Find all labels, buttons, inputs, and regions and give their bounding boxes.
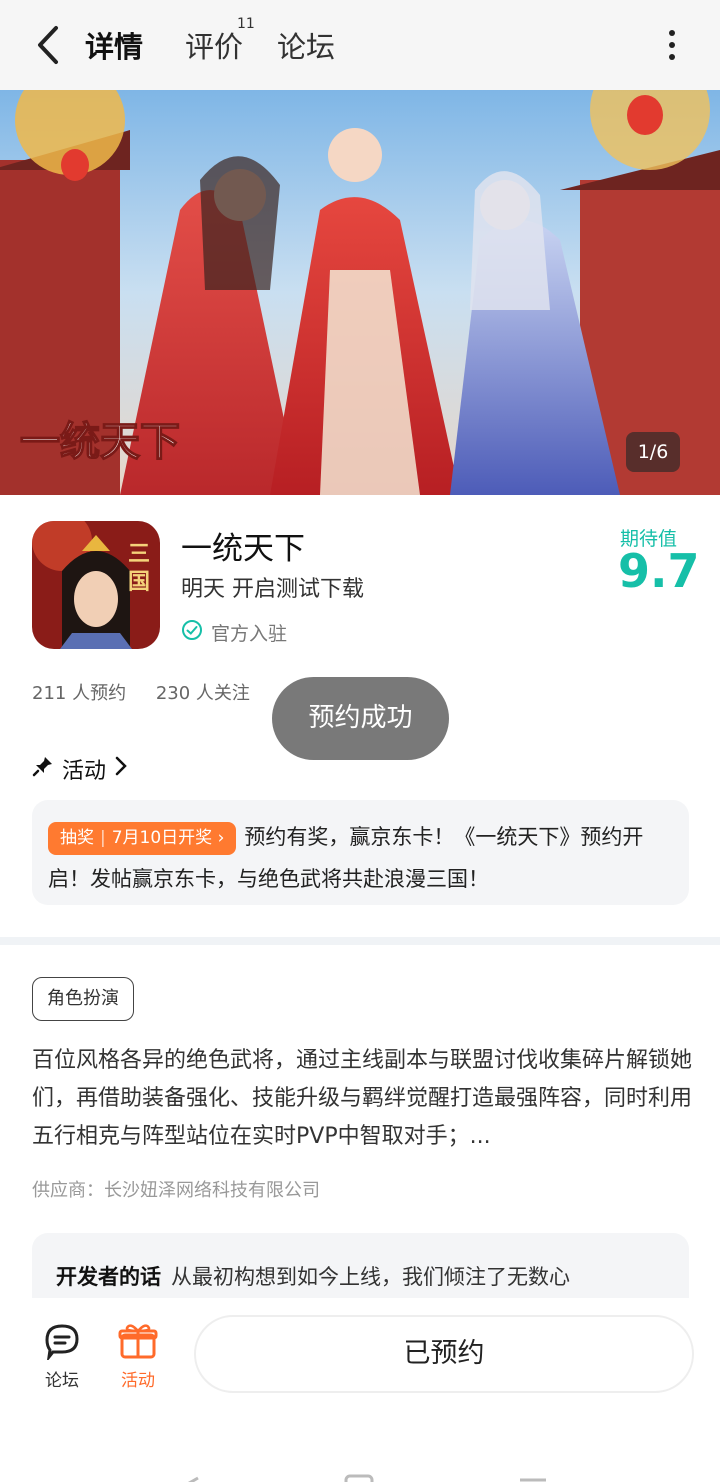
top-nav-bar: 详情 评价 11 论坛 bbox=[0, 0, 720, 90]
activity-section-header[interactable]: 活动 bbox=[32, 753, 128, 785]
tab-review[interactable]: 评价 11 bbox=[185, 16, 255, 66]
banner-page-counter: 1/6 bbox=[626, 432, 680, 472]
tab-detail-label: 详情 bbox=[85, 30, 144, 64]
section-divider bbox=[0, 937, 720, 945]
verified-check-icon bbox=[181, 619, 203, 646]
reservation-count: 211 人预约 bbox=[32, 683, 127, 704]
lottery-badge: 抽奖 | 7月10日开奖 › bbox=[48, 821, 237, 855]
reservation-success-toast: 预约成功 bbox=[272, 677, 449, 760]
genre-tag[interactable]: 角色扮演 bbox=[32, 977, 134, 1021]
release-info: 明天 开启测试下载 bbox=[181, 577, 364, 602]
tab-detail[interactable]: 详情 bbox=[81, 24, 148, 74]
active-tab-indicator bbox=[81, 64, 148, 74]
lottery-date: 7月10日开奖 bbox=[111, 827, 213, 848]
forum-button[interactable]: 论坛 bbox=[32, 1322, 92, 1391]
supplier-info: 供应商：长沙妞泽网络科技有限公司 bbox=[32, 1180, 320, 1201]
tab-forum-label: 论坛 bbox=[277, 30, 336, 64]
app-icon: 三 国 bbox=[32, 521, 160, 649]
svg-text:国: 国 bbox=[128, 569, 150, 595]
expectation-score: 9.7 bbox=[618, 544, 700, 598]
gift-icon bbox=[118, 1324, 158, 1359]
app-detail-page: { "header": { "tabs": [ {"label": "详情", … bbox=[0, 0, 720, 1482]
activity-button[interactable]: 活动 bbox=[108, 1322, 168, 1391]
pin-icon bbox=[32, 755, 54, 783]
banner-logo-text: 一统天下 bbox=[20, 418, 180, 465]
activity-heading: 活动 bbox=[62, 759, 107, 784]
forum-chat-icon bbox=[45, 1324, 79, 1360]
game-description[interactable]: 百位风格各异的绝色武将，通过主线副本与联盟讨伐收集碎片解锁她们，再借助装备强化、… bbox=[32, 1042, 692, 1156]
lottery-type: 抽奖 bbox=[60, 827, 94, 848]
svg-text:三: 三 bbox=[128, 541, 150, 567]
developer-notes-title: 开发者的话 bbox=[56, 1265, 161, 1289]
official-verified: 官方入驻 bbox=[181, 619, 287, 646]
review-count-badge: 11 bbox=[237, 16, 255, 32]
tab-forum[interactable]: 论坛 bbox=[277, 24, 335, 66]
activity-label: 活动 bbox=[121, 1371, 155, 1391]
system-back-icon bbox=[187, 1476, 199, 1482]
activity-card[interactable]: 抽奖 | 7月10日开奖 › 预约有奖，赢京东卡！《一统天下》预约开启！发帖赢京东卡，… bbox=[32, 800, 689, 905]
back-arrow-icon[interactable] bbox=[30, 22, 66, 68]
hero-banner-image[interactable]: 一统天下 bbox=[0, 90, 720, 495]
official-label: 官方入驻 bbox=[211, 623, 288, 645]
reserved-button[interactable]: 已预约 bbox=[194, 1315, 694, 1393]
developer-notes-text: 从最初构想到如今上线，我们倾注了无数心 bbox=[171, 1265, 570, 1289]
chevron-right-icon bbox=[114, 755, 128, 783]
system-navigation-bar bbox=[0, 1418, 720, 1482]
app-stats: 211 人预约 230 人关注 bbox=[32, 679, 250, 705]
forum-label: 论坛 bbox=[45, 1371, 79, 1391]
tab-review-label: 评价 bbox=[185, 30, 244, 64]
app-name: 一统天下 bbox=[181, 531, 305, 567]
bottom-action-bar: 论坛 活动 已预约 bbox=[0, 1298, 720, 1418]
system-home-icon bbox=[344, 1474, 374, 1482]
more-options-icon[interactable] bbox=[664, 28, 680, 62]
follow-count: 230 人关注 bbox=[155, 683, 250, 704]
